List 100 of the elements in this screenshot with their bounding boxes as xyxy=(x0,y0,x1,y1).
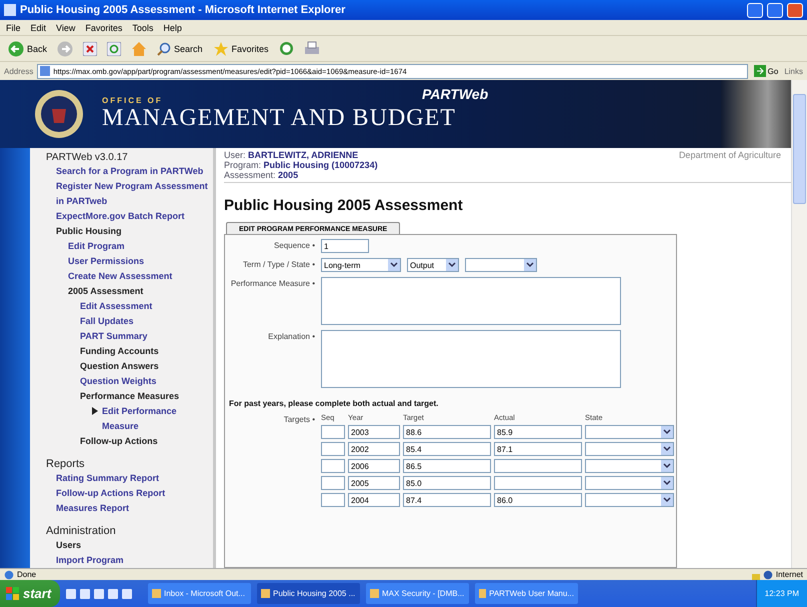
sidebar-link[interactable]: Edit Performance Measure xyxy=(46,404,213,434)
sidebar-link[interactable]: Question Weights xyxy=(46,374,213,389)
actual-field[interactable]: 87.1 xyxy=(494,442,582,456)
taskbar-button[interactable]: MAX Security - [DMB... xyxy=(366,583,469,604)
menu-item[interactable]: Favorites xyxy=(85,22,122,32)
state-dropdown[interactable] xyxy=(585,442,674,456)
chevron-down-icon xyxy=(661,494,673,506)
explanation-field[interactable] xyxy=(321,330,621,388)
office-of-text: OFFICE OF xyxy=(102,96,164,105)
target-field[interactable]: 86.5 xyxy=(403,459,491,473)
menu-item[interactable]: File xyxy=(6,22,21,32)
seq-field[interactable] xyxy=(321,425,345,439)
scrollbar[interactable] xyxy=(791,80,807,568)
seq-field[interactable] xyxy=(321,493,345,507)
seq-field[interactable] xyxy=(321,476,345,490)
go-arrow-icon xyxy=(754,65,766,77)
chevron-down-icon xyxy=(446,259,458,271)
maximize-button[interactable] xyxy=(767,2,783,18)
stop-icon xyxy=(83,42,98,56)
menu-item[interactable]: View xyxy=(56,22,76,32)
go-button[interactable]: Go xyxy=(752,65,780,77)
seq-field[interactable] xyxy=(321,459,345,473)
performance-measure-field[interactable] xyxy=(321,277,621,325)
year-field[interactable]: 2004 xyxy=(348,493,400,507)
page-title: Public Housing 2005 Assessment xyxy=(224,197,464,214)
info-line: Assessment: 2005 xyxy=(224,170,300,180)
sidebar-heading: Performance Measures xyxy=(79,390,180,403)
state-dropdown[interactable] xyxy=(585,493,674,507)
columns-photo-placeholder xyxy=(721,80,791,148)
sidebar-heading: Question Answers xyxy=(79,360,160,373)
sidebar-link[interactable]: Edit Assessment xyxy=(46,299,213,314)
start-button[interactable]: start xyxy=(0,580,60,607)
sidebar-link[interactable]: Register New Program Assessment in PARTweb xyxy=(46,179,213,209)
toolbar-button[interactable]: Favorites xyxy=(210,38,271,60)
taskbar-button[interactable]: Inbox - Microsoft Out... xyxy=(148,583,251,604)
toolbar-button[interactable]: Back xyxy=(6,38,50,60)
page-icon xyxy=(4,570,14,580)
zone-text: Internet xyxy=(776,570,803,579)
menu-item[interactable]: Edit xyxy=(30,22,46,32)
taskbar-button[interactable]: PARTWeb User Manu... xyxy=(475,583,578,604)
window-icon xyxy=(479,589,486,598)
refresh-icon xyxy=(107,42,122,56)
year-field[interactable]: 2003 xyxy=(348,425,400,439)
minimize-button[interactable] xyxy=(747,2,763,18)
field-label: Term / Type / State • xyxy=(242,259,315,271)
sidebar-link[interactable]: Rating Summary Report xyxy=(46,471,213,486)
sidebar-heading: Users xyxy=(55,539,82,552)
menu-item[interactable]: Help xyxy=(163,22,182,32)
menu-item[interactable]: Tools xyxy=(132,22,154,32)
sidebar-section-title: Administration xyxy=(46,525,117,538)
target-field[interactable]: 85.0 xyxy=(403,476,491,490)
sidebar-link[interactable]: Follow-up Actions Report xyxy=(46,486,213,501)
status-text: Done xyxy=(17,570,38,579)
department-text: Department of Agriculture xyxy=(678,150,781,162)
actual-field[interactable]: 86.0 xyxy=(494,493,582,507)
dropdown[interactable] xyxy=(465,258,537,272)
year-field[interactable]: 2005 xyxy=(348,476,400,490)
field-label: Performance Measure • xyxy=(230,278,315,290)
target-field[interactable]: 87.4 xyxy=(403,493,491,507)
sequence-field[interactable]: 1 xyxy=(321,239,369,253)
target-field[interactable]: 85.4 xyxy=(403,442,491,456)
dropdown[interactable]: Long-term xyxy=(321,258,401,272)
dropdown[interactable]: Output xyxy=(407,258,459,272)
taskbar-button[interactable]: Public Housing 2005 ... xyxy=(257,583,360,604)
sidebar-link[interactable]: Create New Assessment xyxy=(46,269,213,284)
sidebar-link[interactable]: PART Summary xyxy=(46,329,213,344)
state-dropdown[interactable] xyxy=(585,476,674,490)
sidebar-link[interactable]: Edit Program xyxy=(46,239,213,254)
chevron-down-icon xyxy=(661,443,673,455)
sidebar-link[interactable]: Search for a Program in PARTWeb xyxy=(46,164,213,179)
printer-icon xyxy=(304,40,320,56)
window-icon xyxy=(261,589,270,598)
seq-field[interactable] xyxy=(321,442,345,456)
toolbar-button[interactable]: Search xyxy=(155,38,205,60)
sidebar-link[interactable]: ExpectMore.gov Batch Report xyxy=(46,209,213,224)
flag-icon xyxy=(6,586,20,600)
address-label: Address xyxy=(4,66,34,76)
sidebar-link[interactable]: Import Program xyxy=(46,553,213,568)
search-icon xyxy=(157,42,172,56)
chevron-down-icon xyxy=(661,477,673,489)
window-title: Public Housing 2005 Assessment - Microsoft Internet Explorer xyxy=(20,4,346,16)
target-field[interactable]: 88.6 xyxy=(403,425,491,439)
info-line: Program: Public Housing (10007234) xyxy=(224,160,378,170)
state-dropdown[interactable] xyxy=(585,459,674,473)
sidebar-link[interactable]: User Permissions xyxy=(46,254,213,269)
actual-field[interactable] xyxy=(494,476,582,490)
links-label[interactable]: Links xyxy=(784,66,803,76)
actual-field[interactable]: 85.9 xyxy=(494,425,582,439)
info-line: User: BARTLEWITZ, ADRIENNE xyxy=(224,150,360,160)
field-label: Explanation • xyxy=(267,331,315,343)
year-field[interactable]: 2002 xyxy=(348,442,400,456)
sidebar-section-title: PARTWeb v3.0.17 xyxy=(46,151,129,164)
sidebar-link[interactable]: Measures Report xyxy=(46,501,213,516)
sidebar-heading: Public Housing xyxy=(55,225,123,238)
close-button[interactable] xyxy=(787,2,803,18)
sidebar-link[interactable]: Fall Updates xyxy=(46,314,213,329)
actual-field[interactable] xyxy=(494,459,582,473)
year-field[interactable]: 2006 xyxy=(348,459,400,473)
chevron-down-icon xyxy=(524,259,536,271)
state-dropdown[interactable] xyxy=(585,425,674,439)
